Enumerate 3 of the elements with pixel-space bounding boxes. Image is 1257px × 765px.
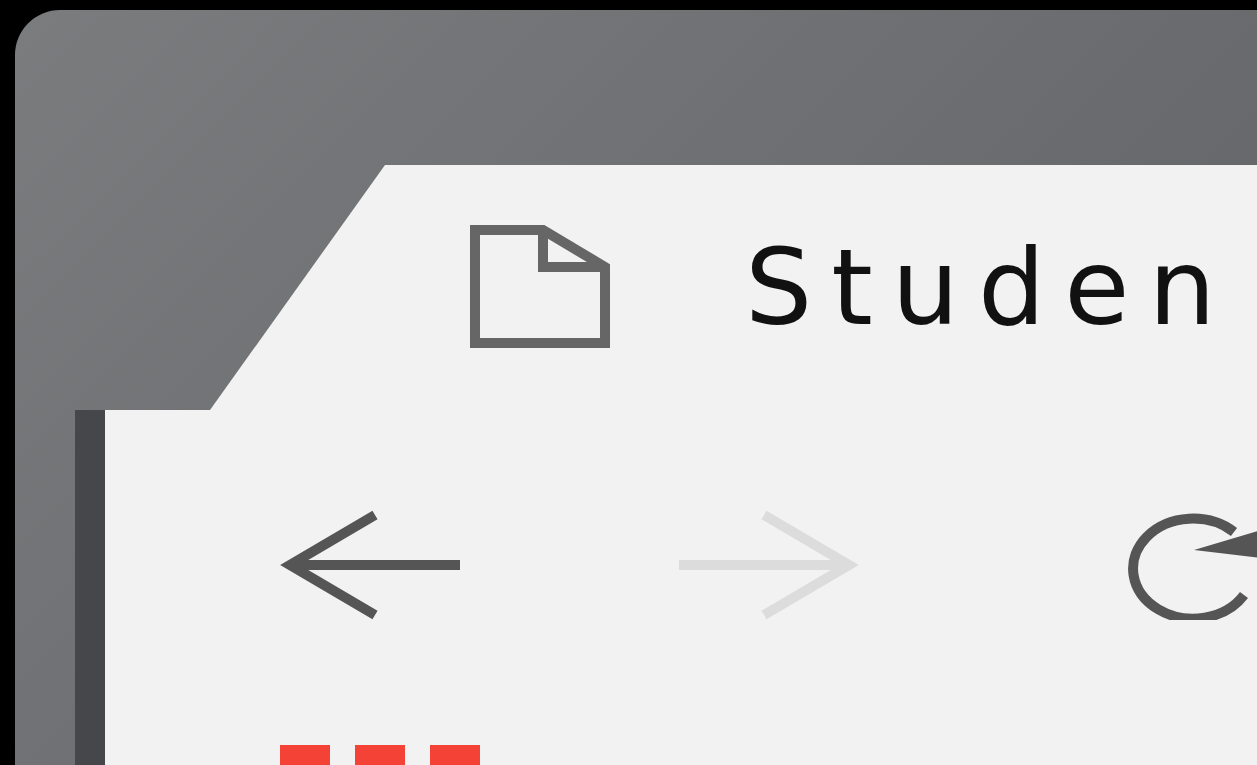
- apps-grid-icon[interactable]: [280, 745, 480, 765]
- browser-tab[interactable]: Studen: [210, 165, 1257, 410]
- tab-title: Studen: [745, 234, 1235, 341]
